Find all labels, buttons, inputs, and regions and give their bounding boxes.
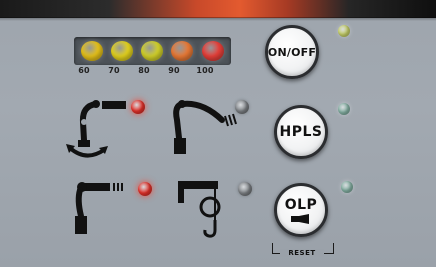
load-led-60 [81,41,103,61]
crane-telescope-icon [173,100,237,154]
load-led-70 [111,41,133,61]
tick-label-100: 100 [196,66,214,75]
on-off-label: ON/OFF [267,45,317,59]
tick-label-80: 80 [138,66,150,75]
hpls-label: HPLS [279,124,323,140]
olp-status-led [341,181,353,193]
crane-boom-extend-icon [75,182,123,234]
hpls-status-led [338,103,350,115]
load-indicator-bar [74,37,231,65]
crane-slew-icon [66,100,126,158]
load-led-80 [141,41,163,61]
boom-extend-indicator-led [138,182,152,196]
olp-label: OLP [284,196,318,213]
reset-label: RESET [280,249,324,257]
tick-label-90: 90 [168,66,180,75]
on-off-status-led [338,25,350,37]
telescope-indicator-led [235,100,249,114]
horn-icon [291,213,309,224]
tick-label-60: 60 [78,66,90,75]
control-panel: 60 70 80 90 100 ON/OFF HPLS OLP RESET [0,0,436,267]
machine-housing-strip [0,0,436,21]
slew-indicator-led [131,100,145,114]
load-led-100 [202,41,224,61]
tick-label-70: 70 [108,66,120,75]
hook-indicator-led [238,182,252,196]
hpls-button[interactable]: HPLS [274,105,328,159]
olp-button[interactable]: OLP [274,183,328,237]
crane-hook-icon [178,181,221,238]
on-off-button[interactable]: ON/OFF [265,25,319,79]
load-led-90 [171,41,193,61]
